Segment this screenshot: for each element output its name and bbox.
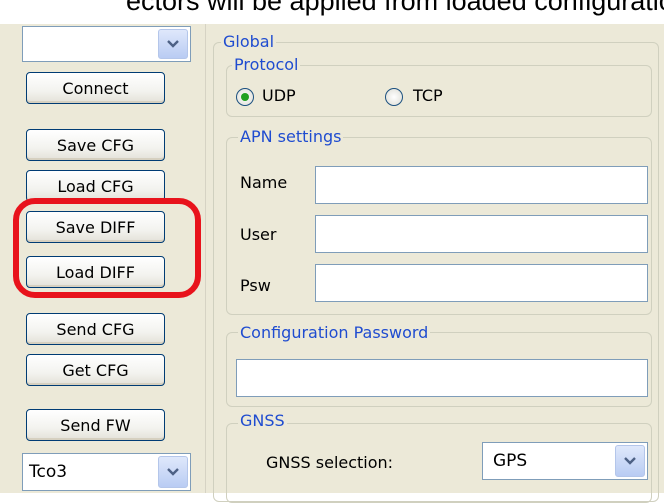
diff-buttons-highlight [13, 198, 201, 298]
send-cfg-button[interactable]: Send CFG [26, 313, 165, 345]
gnss-selection-value: GPS [493, 451, 528, 471]
banner-text: ectors will be applied from loaded confi… [126, 0, 664, 16]
save-cfg-button[interactable]: Save CFG [26, 129, 165, 161]
port-select[interactable] [22, 26, 191, 62]
apn-user-label: User [240, 225, 277, 244]
tcp-radio[interactable] [385, 88, 403, 106]
chevron-down-icon[interactable] [615, 445, 645, 477]
gnss-selection-label: GNSS selection: [266, 453, 394, 472]
apn-name-label: Name [240, 173, 288, 192]
apn-settings-legend: APN settings [238, 127, 344, 146]
chevron-down-icon[interactable] [158, 29, 188, 59]
gnss-selection-select[interactable]: GPS [482, 442, 648, 480]
protocol-legend: Protocol [232, 55, 301, 74]
chevron-down-icon[interactable] [158, 456, 188, 488]
tcp-label[interactable]: TCP [413, 86, 443, 105]
send-fw-button[interactable]: Send FW [26, 409, 165, 441]
global-legend: Global [221, 32, 277, 51]
device-select[interactable]: Tco3 [22, 453, 191, 491]
config-password-field[interactable] [236, 359, 648, 397]
get-cfg-button[interactable]: Get CFG [26, 354, 165, 386]
udp-radio[interactable] [236, 88, 254, 106]
connect-button[interactable]: Connect [26, 72, 165, 104]
gnss-legend: GNSS [238, 411, 287, 430]
apn-user-field[interactable] [315, 215, 648, 253]
radio-selected-dot [241, 93, 249, 101]
apn-psw-label: Psw [240, 276, 271, 295]
device-select-value: Tco3 [29, 462, 68, 482]
udp-label[interactable]: UDP [262, 86, 296, 105]
config-password-legend: Configuration Password [238, 323, 431, 342]
apn-psw-field[interactable] [315, 264, 648, 302]
apn-name-field[interactable] [315, 166, 648, 204]
instruction-banner: ectors will be applied from loaded confi… [0, 0, 664, 24]
